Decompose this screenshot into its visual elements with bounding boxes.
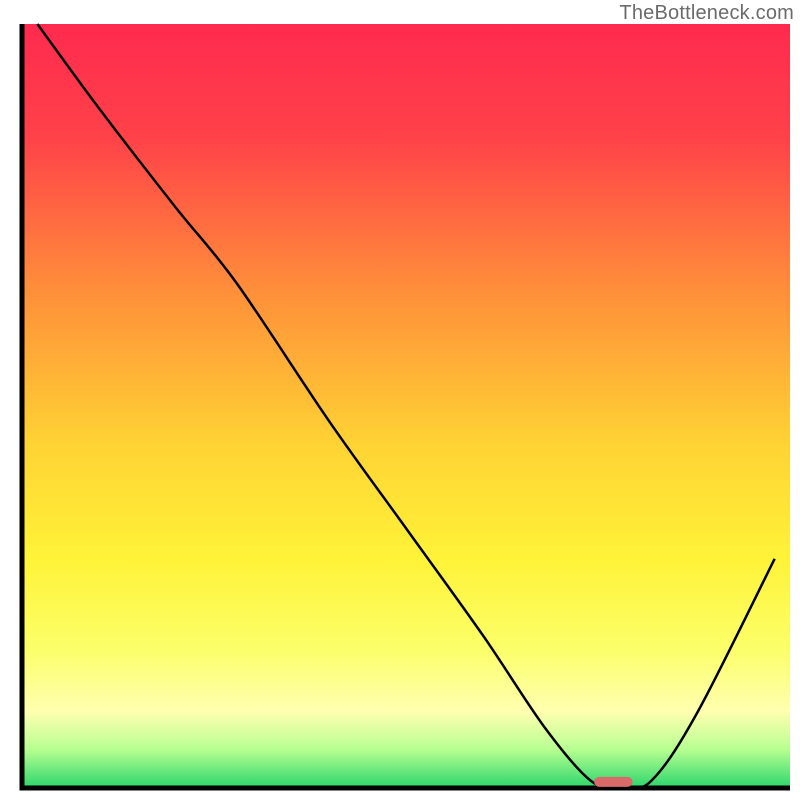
bottleneck-chart: TheBottleneck.com xyxy=(0,0,800,800)
chart-canvas xyxy=(0,0,800,800)
watermark-text: TheBottleneck.com xyxy=(619,2,794,25)
gradient-background xyxy=(22,24,790,788)
optimal-marker xyxy=(594,777,632,787)
